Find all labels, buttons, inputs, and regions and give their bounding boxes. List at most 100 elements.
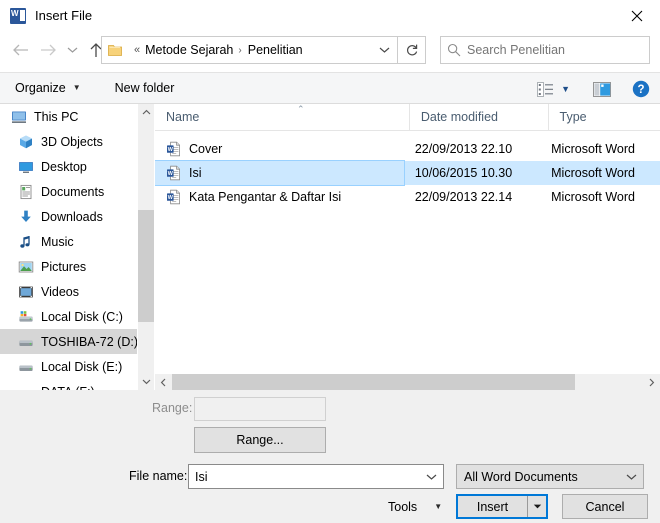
file-type-cell: Microsoft Word xyxy=(551,190,635,204)
navigation-pane[interactable]: This PC 3D Objects Desktop Documents Dow… xyxy=(0,104,137,390)
insert-dropdown-button[interactable] xyxy=(527,496,546,517)
column-header-name[interactable]: Name ⌃ xyxy=(155,104,409,130)
forward-arrow-icon xyxy=(40,44,56,56)
insert-button[interactable]: Insert xyxy=(456,494,548,519)
sidebar-item-downloads[interactable]: Downloads xyxy=(0,204,137,229)
title-bar: W Insert File xyxy=(0,0,660,32)
sidebar-item-3d-objects[interactable]: 3D Objects xyxy=(0,129,137,154)
forward-button[interactable] xyxy=(34,35,62,65)
cancel-button[interactable]: Cancel xyxy=(562,494,648,519)
local-disk-icon xyxy=(18,359,34,375)
sidebar-item-toshiba-72-d[interactable]: TOSHIBA-72 (D:) xyxy=(0,329,137,354)
table-row[interactable]: W Kata Pengantar & Daftar Isi 22/09/2013… xyxy=(155,185,660,209)
svg-text:W: W xyxy=(168,171,174,177)
desktop-icon xyxy=(18,159,34,175)
address-bar[interactable]: « Metode Sejarah › Penelitian xyxy=(101,36,398,64)
range-label: Range: xyxy=(152,401,193,415)
preview-pane-icon xyxy=(593,81,611,97)
sidebar-item-label: Videos xyxy=(41,284,79,299)
table-row[interactable]: W Cover 22/09/2013 22.10 Microsoft Word xyxy=(155,137,660,161)
sidebar-item-desktop[interactable]: Desktop xyxy=(0,154,137,179)
close-button[interactable] xyxy=(614,0,660,31)
file-list-pane[interactable]: Name ⌃ Date modified Type W Cover 22/09/… xyxy=(155,104,660,374)
sidebar-item-pictures[interactable]: Pictures xyxy=(0,254,137,279)
breadcrumb-item-0[interactable]: Metode Sejarah xyxy=(145,43,233,57)
address-dropdown-button[interactable] xyxy=(371,37,397,63)
sidebar-item-music[interactable]: Music xyxy=(0,229,137,254)
word-document-icon: W xyxy=(166,189,182,205)
sidebar-item-data-f[interactable]: DATA (F:) xyxy=(0,379,137,391)
sidebar-item-local-disk-c[interactable]: Local Disk (C:) xyxy=(0,304,137,329)
search-box[interactable]: Search Penelitian xyxy=(440,36,650,64)
this-pc-icon xyxy=(11,109,27,125)
preview-pane-button[interactable] xyxy=(590,76,614,102)
scroll-right-icon xyxy=(649,378,655,386)
chevron-down-icon: ▼ xyxy=(434,502,443,511)
insert-button-label[interactable]: Insert xyxy=(458,496,527,517)
sidebar-item-documents[interactable]: Documents xyxy=(0,179,137,204)
breadcrumb: « Metode Sejarah › Penelitian xyxy=(129,43,303,57)
sidebar-item-label: 3D Objects xyxy=(41,134,103,149)
back-button[interactable] xyxy=(6,35,34,65)
sidebar-item-videos[interactable]: Videos xyxy=(0,279,137,304)
file-type-select[interactable]: All Word Documents xyxy=(456,464,644,489)
tools-button[interactable]: Tools ▼ xyxy=(388,494,442,520)
refresh-icon xyxy=(406,44,417,56)
help-button[interactable]: ? xyxy=(630,76,652,102)
column-header-date-modified[interactable]: Date modified xyxy=(408,104,548,130)
sidebar-item-label: Documents xyxy=(41,184,105,199)
new-folder-button[interactable]: New folder xyxy=(107,73,183,103)
file-name-input[interactable]: Isi xyxy=(188,464,444,489)
file-type-dropdown-button[interactable] xyxy=(619,465,643,488)
change-view-button[interactable]: ▼ xyxy=(531,76,574,102)
column-header-label: Type xyxy=(559,110,587,124)
breadcrumb-overflow[interactable]: « xyxy=(134,44,140,56)
videos-icon xyxy=(18,284,34,300)
range-button-label: Range... xyxy=(236,433,284,447)
sidebar-item-label: Local Disk (C:) xyxy=(41,309,123,324)
folder-icon xyxy=(108,43,122,57)
breadcrumb-item-1[interactable]: Penelitian xyxy=(248,43,303,57)
chevron-down-icon xyxy=(533,504,541,509)
horizontal-scroll-thumb[interactable] xyxy=(172,374,575,390)
column-headers: Name ⌃ Date modified Type xyxy=(155,104,660,131)
music-icon xyxy=(18,234,34,250)
search-input[interactable]: Search Penelitian xyxy=(467,42,565,58)
file-list-horizontal-scrollbar[interactable] xyxy=(155,374,660,390)
column-header-type[interactable]: Type xyxy=(547,104,660,130)
sidebar-item-this-pc[interactable]: This PC xyxy=(0,104,137,129)
sidebar-item-label: Local Disk (E:) xyxy=(41,359,123,374)
word-document-icon: W xyxy=(166,165,182,181)
file-name-label: File name: xyxy=(129,469,188,483)
table-row[interactable]: W Isi 10/06/2015 10.30 Microsoft Word xyxy=(155,160,660,186)
refresh-button[interactable] xyxy=(398,36,426,64)
navigation-pane-scroll-thumb[interactable] xyxy=(138,210,154,322)
scroll-right-button[interactable] xyxy=(643,374,660,390)
sidebar-item-label: Music xyxy=(41,234,74,249)
chevron-down-icon xyxy=(379,47,389,53)
sidebar-item-label: This PC xyxy=(34,109,79,124)
scroll-left-button[interactable] xyxy=(155,374,172,390)
sidebar-item-local-disk-e[interactable]: Local Disk (E:) xyxy=(0,354,137,379)
column-header-label: Name xyxy=(166,110,200,124)
recent-locations-button[interactable] xyxy=(62,35,82,65)
close-icon xyxy=(631,10,643,21)
svg-text:W: W xyxy=(168,195,174,201)
file-date-cell: 10/06/2015 10.30 xyxy=(414,166,513,180)
scroll-down-button[interactable] xyxy=(138,373,154,390)
file-name-cell: W Isi xyxy=(155,160,405,186)
range-input[interactable] xyxy=(194,397,326,421)
navigation-pane-scrollbar[interactable] xyxy=(137,104,154,390)
documents-icon xyxy=(18,184,34,200)
file-type-cell: Microsoft Word xyxy=(551,142,635,156)
scroll-left-icon xyxy=(160,378,166,386)
file-name-dropdown-button[interactable] xyxy=(419,465,443,488)
organize-button[interactable]: Organize ▼ xyxy=(7,73,89,103)
file-type-value: All Word Documents xyxy=(464,469,578,484)
range-button[interactable]: Range... xyxy=(194,427,326,453)
scroll-up-button[interactable] xyxy=(138,104,154,121)
file-name-label: Cover xyxy=(189,142,223,156)
view-controls: ▼ ? xyxy=(531,73,654,105)
file-name-label: Kata Pengantar & Daftar Isi xyxy=(189,190,342,204)
search-icon xyxy=(441,43,467,57)
